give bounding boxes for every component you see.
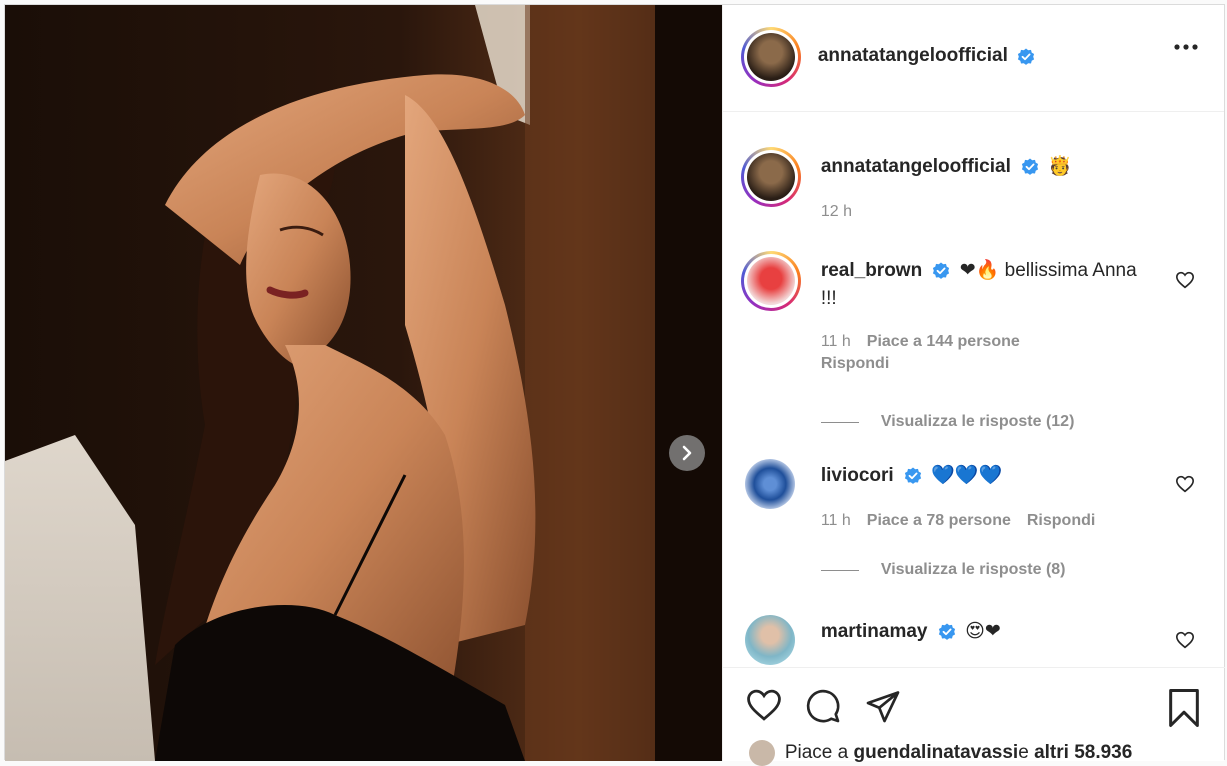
comment-emoji: 😍❤ <box>965 621 1001 642</box>
likes-count[interactable]: altri 58.936 <box>1034 742 1132 764</box>
comment-icon[interactable] <box>805 688 841 724</box>
instagram-post: annatatangeloofficial annatatangelooffic… <box>4 4 1225 766</box>
like-comment-heart-icon[interactable] <box>1175 271 1195 289</box>
verified-badge-icon <box>938 623 955 640</box>
share-icon[interactable] <box>865 688 901 724</box>
caption-avatar[interactable] <box>740 147 801 207</box>
photo-image <box>5 5 722 761</box>
post-photo[interactable] <box>5 5 722 761</box>
likes-middle: e <box>1018 742 1029 763</box>
liker-username[interactable]: guendalinatavassi <box>853 742 1018 764</box>
verified-badge-icon <box>1022 158 1039 175</box>
more-options-icon[interactable] <box>1174 43 1198 51</box>
caption-time[interactable]: 12 h <box>821 203 852 220</box>
comments-list[interactable]: annatatangeloofficial 🫅 12 h real_brown … <box>723 113 1225 667</box>
verified-badge-icon <box>1018 48 1035 65</box>
heart-icon[interactable] <box>745 688 783 722</box>
action-bar: Piace a guendalinatavassi e altri 58.936 <box>722 667 1225 766</box>
liker-avatar[interactable] <box>748 740 775 766</box>
reply-button[interactable]: Rispondi <box>1027 512 1095 529</box>
verified-badge-icon <box>904 467 922 484</box>
view-replies-label: Visualizza le risposte (8) <box>880 561 1066 578</box>
likes-summary: Piace a guendalinatavassi e altri 58.936 <box>748 740 1132 766</box>
comment-username[interactable]: martinamay <box>821 621 928 642</box>
bookmark-icon[interactable] <box>1167 688 1201 728</box>
comment-meta: 11 h Piace a 144 persone Rispondi <box>821 331 1081 375</box>
comment-avatar[interactable] <box>744 615 795 665</box>
reply-button[interactable]: Rispondi <box>821 355 889 372</box>
divider-line <box>820 569 859 571</box>
post-header: annatatangeloofficial <box>722 5 1224 112</box>
comment-username[interactable]: liviocori <box>821 465 894 486</box>
comment-text: liviocori 💙💙💙 <box>821 462 1151 490</box>
likes-prefix: Piace a <box>784 742 849 763</box>
comment-likes[interactable]: Piace a 78 persone <box>867 512 1011 529</box>
verified-badge-icon <box>933 262 950 279</box>
comment-meta: 11 h Piace a 78 persone Rispondi <box>821 510 1111 532</box>
comment-text: martinamay 😍❤ <box>821 618 1151 646</box>
comment-emoji: ❤🔥 <box>959 260 1000 281</box>
next-photo-button[interactable] <box>669 435 705 471</box>
comment-time[interactable]: 11 h <box>821 512 851 529</box>
comment-text: real_brown ❤🔥 bellissima Anna !!! <box>821 257 1151 313</box>
caption-text: annatatangeloofficial 🫅 <box>821 153 1151 181</box>
comment-likes[interactable]: Piace a 144 persone <box>867 333 1020 350</box>
like-comment-heart-icon[interactable] <box>1175 631 1195 649</box>
comment-username[interactable]: real_brown <box>821 260 922 281</box>
author-username[interactable]: annatatangeloofficial <box>818 45 1008 66</box>
view-replies-label: Visualizza le risposte (12) <box>880 413 1075 430</box>
divider-line <box>820 421 859 423</box>
like-comment-heart-icon[interactable] <box>1175 475 1195 493</box>
caption-username[interactable]: annatatangeloofficial <box>821 156 1011 177</box>
author-avatar[interactable] <box>740 27 801 87</box>
caption-emoji: 🫅 <box>1048 156 1073 177</box>
comment-emoji: 💙💙💙 <box>931 465 1003 486</box>
post-side-panel: annatatangeloofficial annatatangelooffic… <box>721 5 1225 766</box>
comment-time[interactable]: 11 h <box>821 333 851 350</box>
caption-meta: 12 h <box>821 201 868 223</box>
comment-avatar[interactable] <box>744 459 795 509</box>
comment-avatar[interactable] <box>740 251 801 311</box>
chevron-right-icon <box>682 445 692 461</box>
view-replies-button[interactable]: Visualizza le risposte (8) <box>820 561 1066 579</box>
view-replies-button[interactable]: Visualizza le risposte (12) <box>820 413 1075 431</box>
